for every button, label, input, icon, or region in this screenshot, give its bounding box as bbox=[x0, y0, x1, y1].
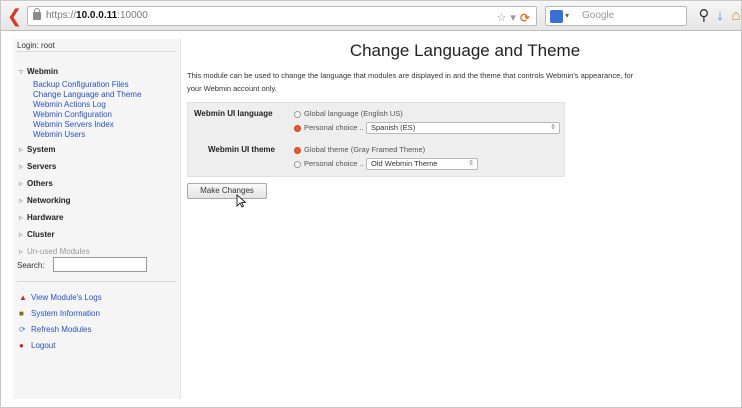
back-arrow-icon[interactable]: ❮ bbox=[7, 7, 23, 25]
category-label: System bbox=[27, 145, 56, 154]
chevron-down-icon: ▿ bbox=[19, 67, 24, 76]
browser-window: ❮ https://10.0.0.11:10000 ☆ ▾ ⟳ ▾ Google… bbox=[0, 0, 742, 408]
url-controls: ☆ ▾ ⟳ bbox=[497, 9, 530, 27]
lock-icon bbox=[33, 8, 41, 20]
theme-select-value: Old Webmin Theme bbox=[371, 159, 438, 168]
webmin-sidebar: Login: root ▿ Webmin Backup Configuration… bbox=[13, 39, 181, 399]
dropdown-arrow-icon[interactable]: ▾ bbox=[510, 9, 516, 27]
bookmark-star-icon[interactable]: ☆ bbox=[497, 9, 507, 27]
view-module-logs-link[interactable]: ▲ View Module's Logs bbox=[19, 293, 102, 302]
category-label: Cluster bbox=[27, 230, 55, 239]
warning-icon: ▲ bbox=[19, 293, 27, 302]
reload-icon[interactable]: ⟳ bbox=[520, 9, 530, 27]
system-info-icon: ■ bbox=[19, 309, 24, 318]
logout-icon: ● bbox=[19, 341, 24, 350]
chevron-right-icon: ▹ bbox=[19, 213, 24, 222]
module-description: This module can be used to change the la… bbox=[187, 69, 739, 95]
divider bbox=[17, 281, 176, 282]
theme-select[interactable]: Old Webmin Theme ⇳ bbox=[366, 158, 478, 170]
module-webmin-config[interactable]: Webmin Configuration bbox=[33, 110, 112, 119]
url-port: :10000 bbox=[117, 10, 148, 21]
global-theme-text: Global theme (Gray Framed Theme) bbox=[304, 145, 426, 154]
category-system[interactable]: ▹ System bbox=[19, 145, 55, 154]
category-unused-modules[interactable]: ▹ Un-used Modules bbox=[19, 247, 90, 256]
search-engine-icon[interactable] bbox=[550, 10, 563, 23]
module-backup-config[interactable]: Backup Configuration Files bbox=[33, 80, 129, 89]
description-line: your Webmin account only. bbox=[187, 84, 277, 93]
home-icon[interactable]: ⌂ bbox=[727, 6, 742, 26]
link-label: System Information bbox=[31, 309, 100, 318]
description-line: This module can be used to change the la… bbox=[187, 71, 634, 80]
make-changes-button[interactable]: Make Changes bbox=[187, 183, 267, 199]
module-servers-index[interactable]: Webmin Servers Index bbox=[33, 120, 114, 129]
category-label: Un-used Modules bbox=[27, 247, 90, 256]
global-theme-radio[interactable] bbox=[294, 147, 301, 154]
chevron-right-icon: ▹ bbox=[19, 162, 24, 171]
page-title: Change Language and Theme bbox=[349, 41, 581, 60]
divider bbox=[17, 51, 176, 52]
category-label: Others bbox=[27, 179, 53, 188]
personal-theme-text: Personal choice .. bbox=[304, 159, 364, 168]
personal-theme-radio[interactable] bbox=[294, 161, 301, 168]
category-cluster[interactable]: ▹ Cluster bbox=[19, 230, 55, 239]
login-label: Login: root bbox=[17, 41, 55, 50]
search-placeholder: Google bbox=[582, 10, 615, 21]
chevron-right-icon: ▹ bbox=[19, 179, 24, 188]
category-others[interactable]: ▹ Others bbox=[19, 179, 53, 188]
personal-language-text: Personal choice .. bbox=[304, 123, 364, 132]
browser-toolbar: ❮ https://10.0.0.11:10000 ☆ ▾ ⟳ ▾ Google… bbox=[1, 1, 741, 31]
chevron-right-icon: ▹ bbox=[19, 230, 24, 239]
category-hardware[interactable]: ▹ Hardware bbox=[19, 213, 63, 222]
language-select-value: Spanish (ES) bbox=[371, 123, 416, 132]
system-information-link[interactable]: ■ System Information bbox=[19, 309, 100, 318]
personal-language-radio[interactable] bbox=[294, 125, 301, 132]
link-label: Refresh Modules bbox=[31, 325, 92, 334]
chevron-right-icon: ▹ bbox=[19, 145, 24, 154]
category-servers[interactable]: ▹ Servers bbox=[19, 162, 56, 171]
search-bar[interactable]: ▾ Google bbox=[545, 6, 687, 26]
url-scheme: https:// bbox=[46, 10, 77, 21]
category-label: Networking bbox=[27, 196, 71, 205]
category-networking[interactable]: ▹ Networking bbox=[19, 196, 71, 205]
select-arrows-icon: ⇳ bbox=[550, 124, 556, 131]
select-arrows-icon: ⇳ bbox=[468, 160, 474, 167]
category-label: Servers bbox=[27, 162, 57, 171]
module-actions-log[interactable]: Webmin Actions Log bbox=[33, 100, 106, 109]
category-label: Webmin bbox=[27, 67, 58, 76]
module-webmin-users[interactable]: Webmin Users bbox=[33, 130, 85, 139]
chevron-down-icon[interactable]: ▾ bbox=[565, 7, 569, 25]
language-select[interactable]: Spanish (ES) ⇳ bbox=[366, 122, 560, 134]
global-language-radio[interactable] bbox=[294, 111, 301, 118]
refresh-icon: ⟳ bbox=[19, 325, 26, 334]
link-label: View Module's Logs bbox=[31, 293, 102, 302]
link-label: Logout bbox=[31, 341, 56, 350]
search-label: Search: bbox=[17, 261, 45, 270]
global-language-text: Global language (English US) bbox=[304, 109, 403, 118]
category-webmin[interactable]: ▿ Webmin bbox=[19, 67, 58, 76]
refresh-modules-link[interactable]: ⟳ Refresh Modules bbox=[19, 325, 91, 334]
theme-label: Webmin UI theme bbox=[208, 145, 275, 154]
url-host: 10.0.0.11 bbox=[76, 10, 118, 21]
chevron-right-icon: ▹ bbox=[19, 196, 24, 205]
logout-link[interactable]: ● Logout bbox=[19, 341, 55, 350]
mouse-cursor-icon bbox=[236, 194, 246, 208]
options-panel: Webmin UI language Global language (Engl… bbox=[187, 102, 565, 177]
address-bar[interactable]: https://10.0.0.11:10000 ☆ ▾ ⟳ bbox=[27, 6, 537, 26]
category-label: Hardware bbox=[27, 213, 64, 222]
chevron-right-icon: ▹ bbox=[19, 247, 24, 256]
module-search-input[interactable] bbox=[53, 257, 147, 272]
module-change-language[interactable]: Change Language and Theme bbox=[33, 90, 141, 99]
language-label: Webmin UI language bbox=[194, 109, 273, 118]
